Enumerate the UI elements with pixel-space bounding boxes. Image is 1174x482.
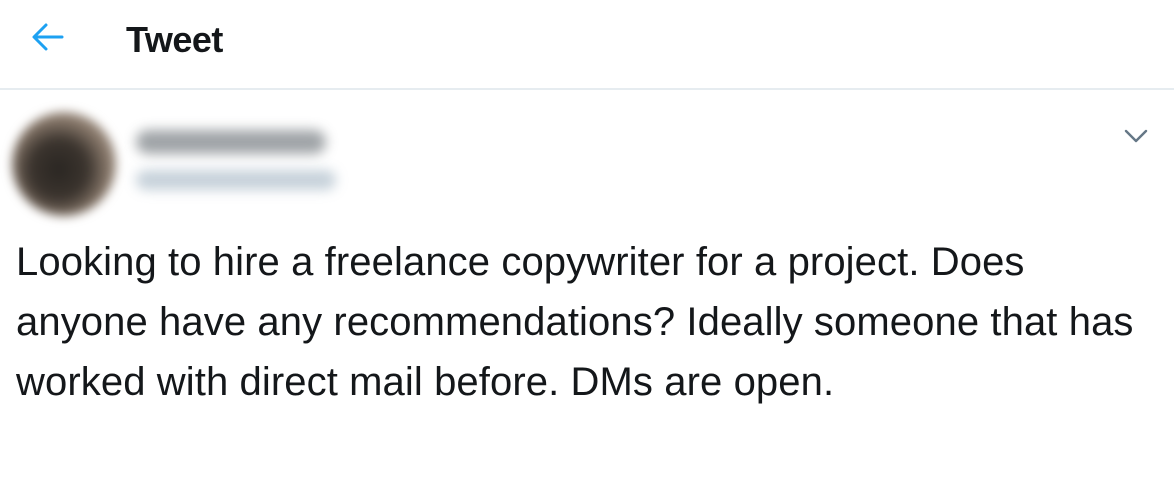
chevron-down-icon: [1123, 128, 1149, 149]
tweet-menu-button[interactable]: [1118, 120, 1154, 156]
page-title: Tweet: [126, 19, 223, 60]
arrow-left-icon: [31, 22, 65, 57]
top-bar: Tweet: [0, 0, 1174, 90]
avatar[interactable]: [12, 112, 116, 216]
tweet-text: Looking to hire a freelance copywriter f…: [16, 240, 1134, 404]
author-display-name[interactable]: [136, 130, 326, 154]
author-handle[interactable]: [136, 170, 336, 190]
back-button[interactable]: [22, 18, 74, 60]
